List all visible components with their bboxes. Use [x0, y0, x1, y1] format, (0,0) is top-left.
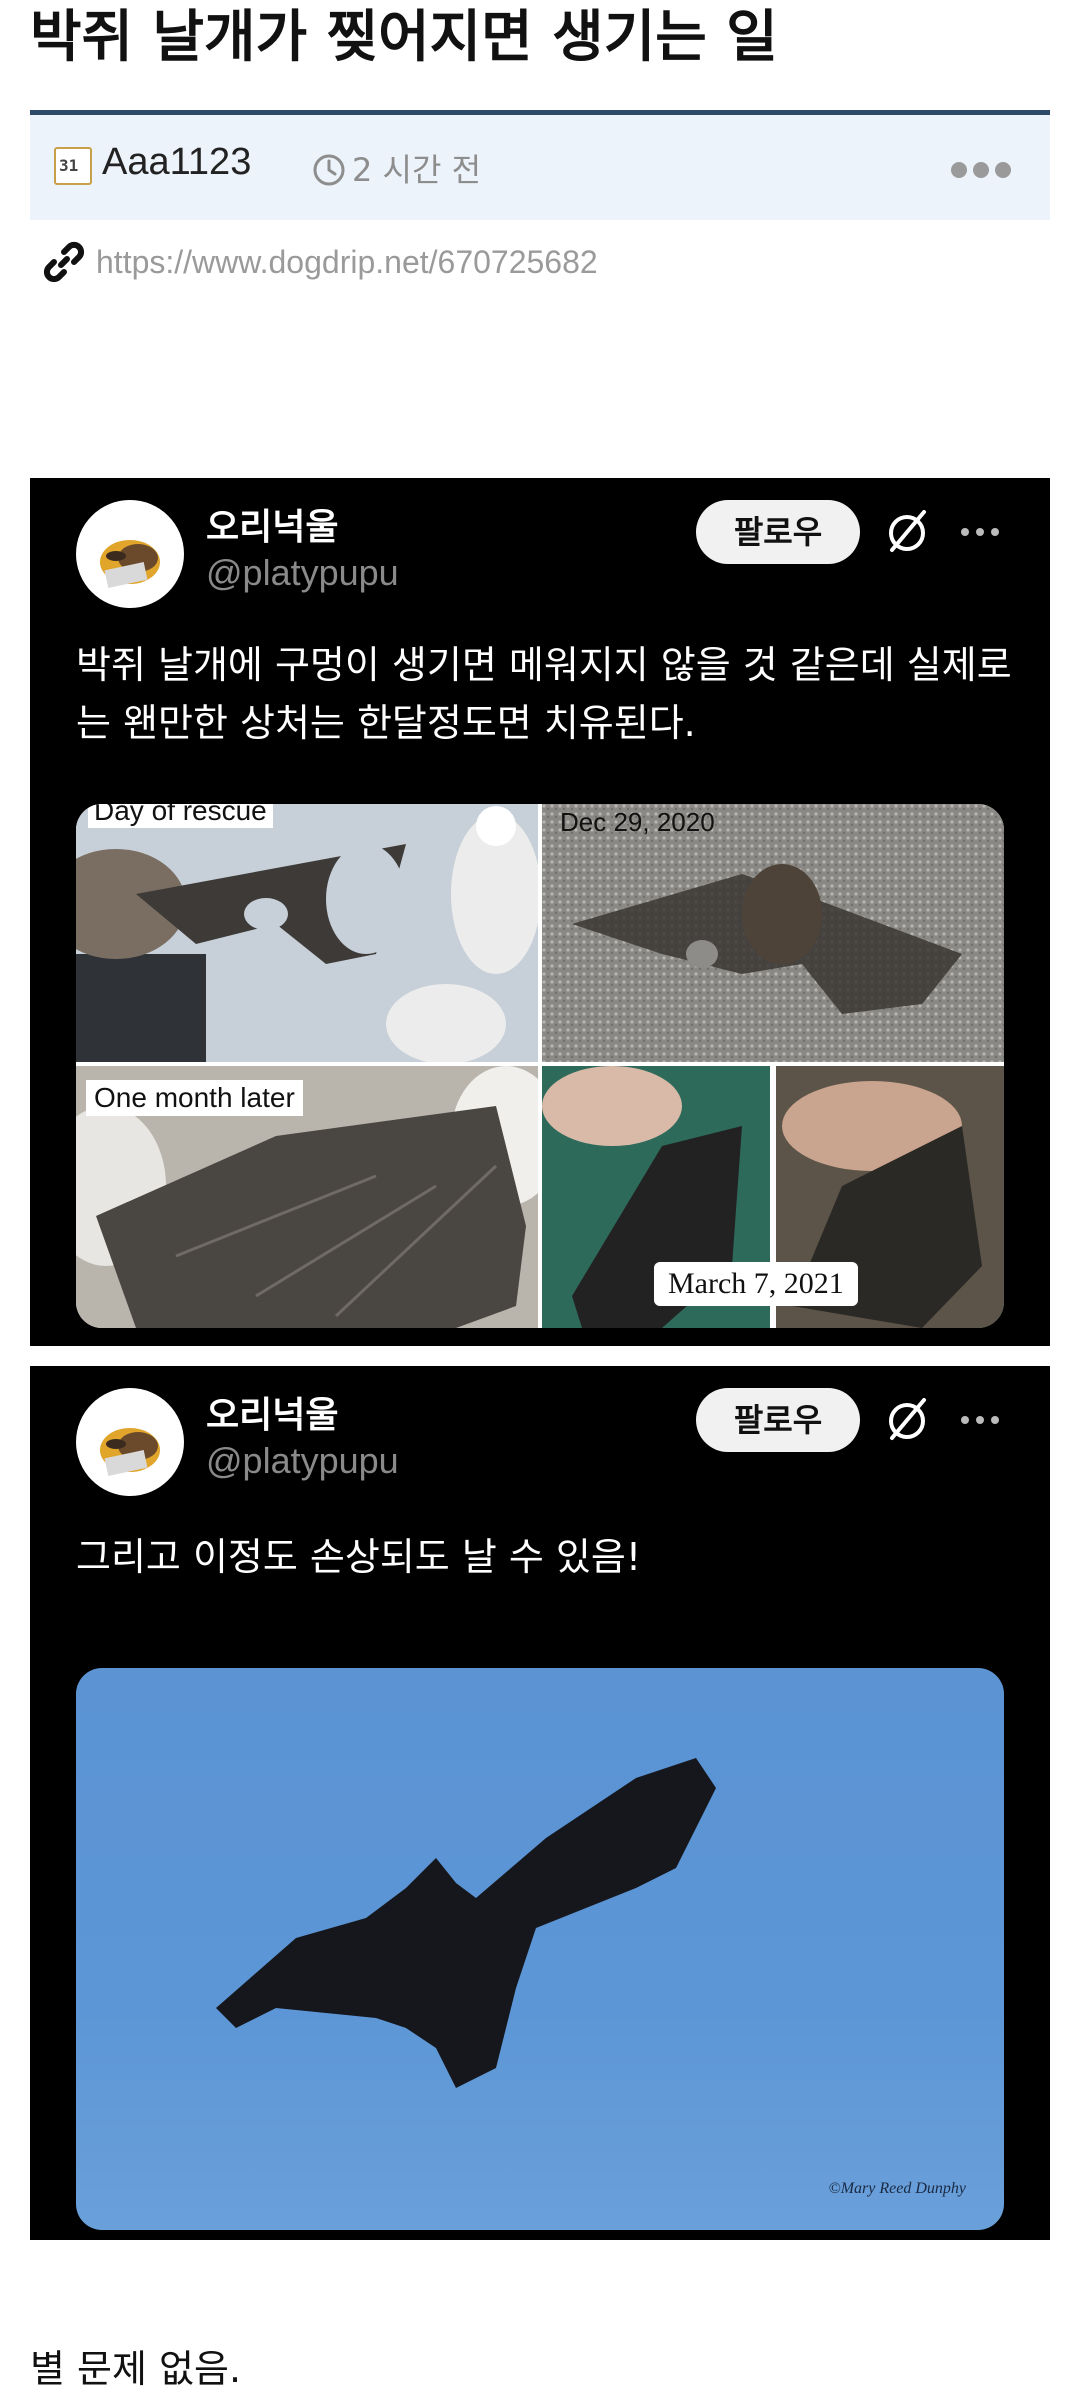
tweet-more-icon[interactable]	[960, 526, 1000, 538]
photo-dec-29[interactable]: Dec 29, 2020	[542, 804, 1004, 1062]
tweet-handle[interactable]: @platypupu	[206, 552, 399, 594]
author-name[interactable]: Aaa1123	[102, 141, 251, 184]
post-meta-bar: 31 Aaa1123 2 시간 전	[30, 110, 1050, 220]
photo-watermark: ©Mary Reed Dunphy	[828, 2180, 966, 2197]
follow-button[interactable]: 팔로우	[696, 1388, 860, 1452]
avatar[interactable]	[76, 500, 184, 608]
tweet-handle[interactable]: @platypupu	[206, 1440, 399, 1482]
post-title: 박쥐 날개가 찢어지면 생기는 일	[30, 5, 778, 70]
embedded-tweet: 오리넉울 @platypupu 팔로우 그리고 이정도 손상되도 날 수 있음!…	[30, 1366, 1050, 2240]
tweet-more-icon[interactable]	[960, 1414, 1000, 1426]
avatar[interactable]	[76, 1388, 184, 1496]
photo-caption: One month later	[86, 1080, 303, 1116]
photo-one-month-later[interactable]: One month later	[76, 1066, 538, 1328]
post-body-text: 별 문제 없음.	[30, 2347, 242, 2391]
photo-march-7[interactable]: March 7, 2021	[542, 1066, 1004, 1328]
tweet-display-name[interactable]: 오리넉울	[206, 498, 338, 550]
photo-caption: March 7, 2021	[654, 1262, 858, 1306]
post-link[interactable]: https://www.dogdrip.net/670725682	[96, 244, 598, 281]
slash-circle-icon[interactable]	[882, 1394, 932, 1444]
tweet-display-name[interactable]: 오리넉울	[206, 1386, 338, 1438]
embedded-tweet: 오리넉울 @platypupu 팔로우 박쥐 날개에 구멍이 생기면 메워지지 …	[30, 478, 1050, 1346]
clock-icon	[313, 154, 345, 186]
ellipsis-icon[interactable]	[950, 159, 1012, 181]
photo-flying-bat[interactable]: ©Mary Reed Dunphy	[76, 1668, 1004, 2230]
slash-circle-icon[interactable]	[882, 506, 932, 556]
photo-caption: Dec 29, 2020	[560, 807, 715, 837]
post-time: 2 시간 전	[352, 151, 482, 189]
tweet-text: 그리고 이정도 손상되도 날 수 있음!	[76, 1535, 642, 1579]
photo-day-of-rescue[interactable]: Day of rescue	[76, 804, 538, 1062]
author-icon-text: 31	[59, 156, 79, 175]
calendar-icon: 31	[54, 147, 92, 185]
tweet-photo-grid[interactable]: Day of rescue Dec 29, 2020 One month lat…	[76, 804, 1004, 1328]
link-icon	[43, 241, 85, 283]
tweet-text: 박쥐 날개에 구멍이 생기면 메워지지 않을 것 같은데 실제로는 왠만한 상처…	[76, 643, 1012, 745]
follow-button[interactable]: 팔로우	[696, 500, 860, 564]
photo-caption: Day of rescue	[88, 804, 273, 828]
